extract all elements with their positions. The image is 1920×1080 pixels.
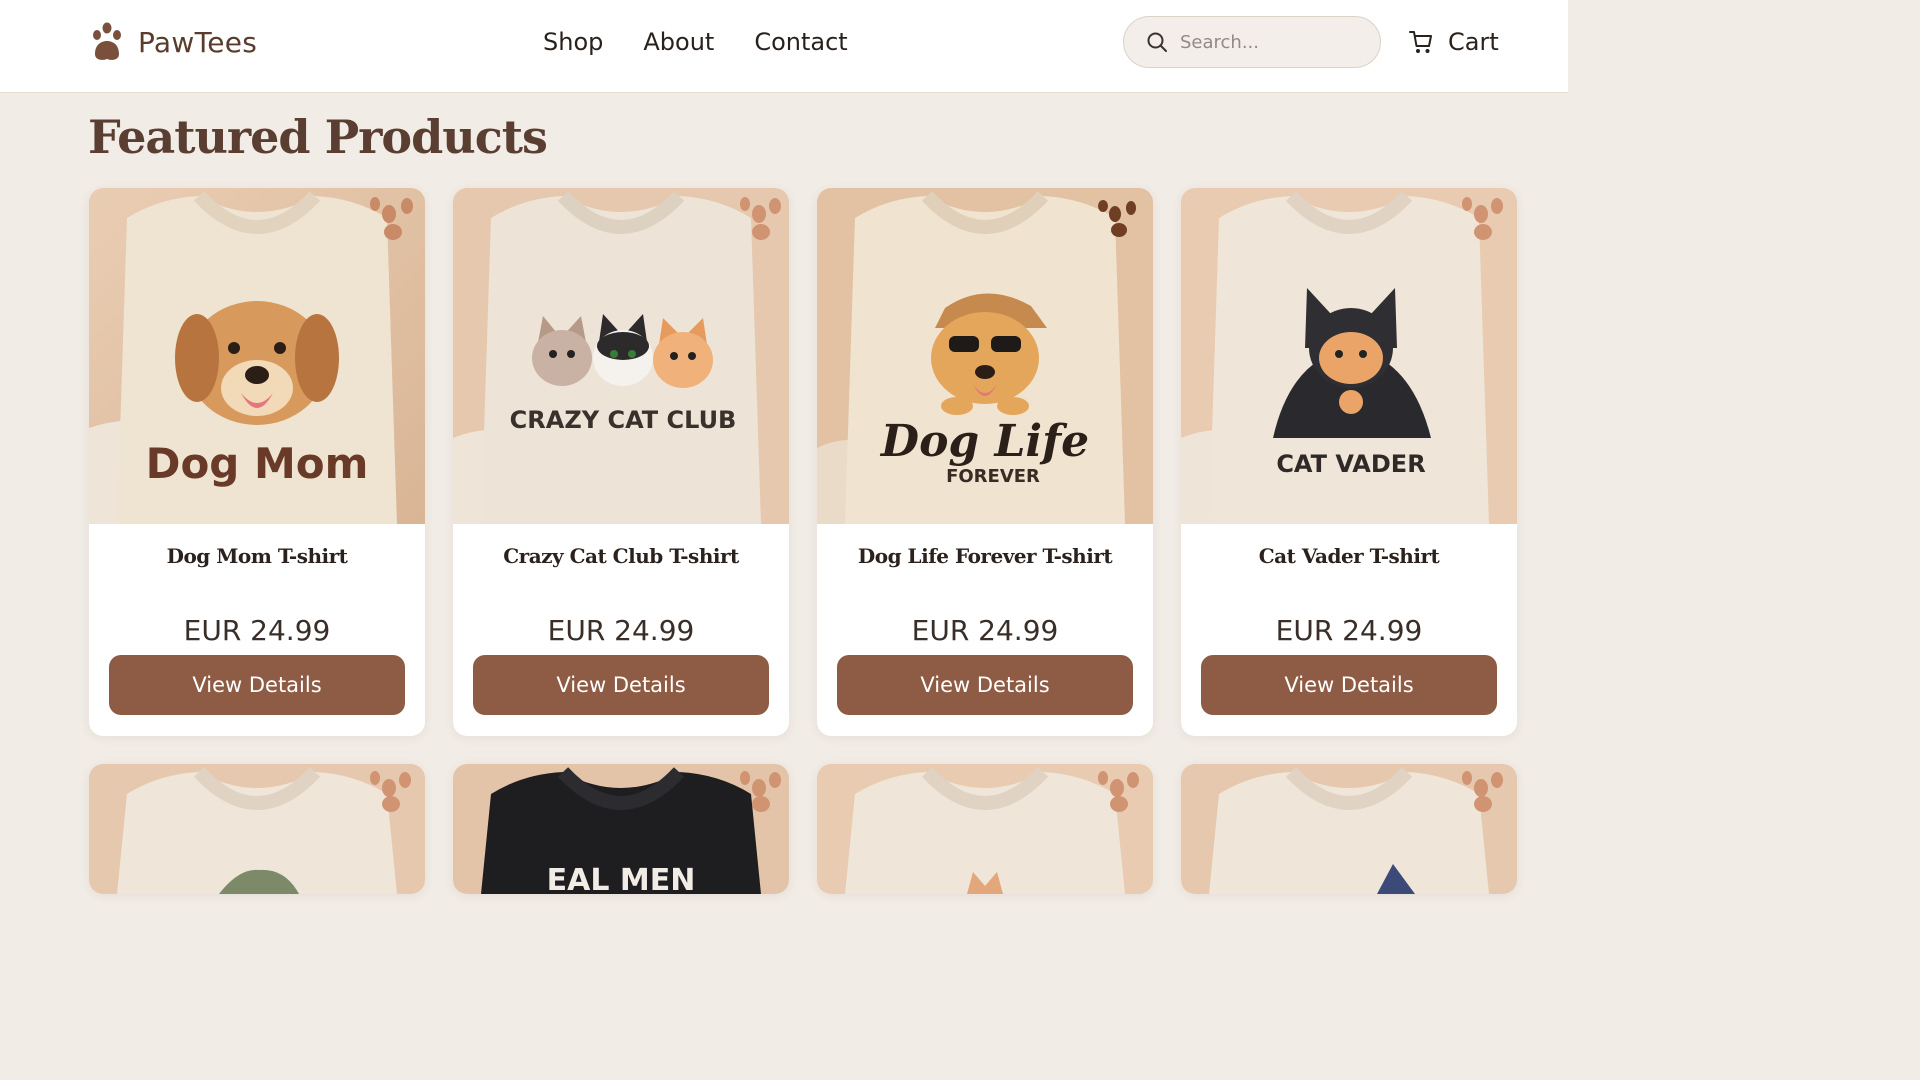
section-title: Featured Products (88, 110, 548, 164)
product-card: CRAZY CAT CLUB Crazy Cat Club T-shirt EU… (453, 188, 789, 736)
product-image[interactable] (1181, 764, 1517, 894)
product-card (89, 764, 425, 894)
product-card (817, 764, 1153, 894)
search-box[interactable] (1123, 16, 1381, 68)
nav-about-link[interactable]: About (643, 25, 714, 59)
paw-logo-icon (93, 22, 121, 60)
view-details-button[interactable]: View Details (1201, 655, 1497, 715)
site-header: PawTees Shop About Contact Cart (0, 0, 1568, 93)
view-details-button[interactable]: View Details (837, 655, 1133, 715)
brand-logo-link[interactable]: PawTees (90, 20, 257, 64)
view-details-button[interactable]: View Details (109, 655, 405, 715)
print-text: CAT VADER (1276, 450, 1425, 478)
view-details-button[interactable]: View Details (473, 655, 769, 715)
product-name: Cat Vader T-shirt (1258, 544, 1440, 568)
cart-icon (1409, 31, 1432, 53)
product-price: EUR 24.99 (1275, 614, 1423, 647)
product-name: Crazy Cat Club T-shirt (503, 544, 739, 568)
product-card: CAT VADER Cat Vader T-shirt EUR 24.99 Vi… (1181, 188, 1517, 736)
product-image[interactable]: Dog Life FOREVER (817, 188, 1153, 524)
product-image[interactable]: Dog Mom (89, 188, 425, 524)
product-grid: Dog Mom Dog Mom T-shirt EUR 24.99 View D… (89, 188, 1517, 894)
product-image[interactable] (89, 764, 425, 894)
print-text: CRAZY CAT CLUB (510, 406, 737, 434)
product-image[interactable] (817, 764, 1153, 894)
brand-name: PawTees (138, 25, 258, 59)
product-name: Dog Mom T-shirt (166, 544, 348, 568)
product-image[interactable]: CAT VADER (1181, 188, 1517, 524)
product-card: EAL MEN (453, 764, 789, 894)
print-subtext: FOREVER (946, 466, 1040, 487)
cart-link[interactable]: Cart (1408, 24, 1499, 60)
product-card: Dog Life FOREVER Dog Life Forever T-shir… (817, 188, 1153, 736)
product-image[interactable]: CRAZY CAT CLUB (453, 188, 789, 524)
main-nav: Shop About Contact (543, 25, 848, 59)
print-text: EAL MEN (547, 863, 696, 894)
search-icon (1147, 32, 1167, 52)
product-price: EUR 24.99 (911, 614, 1059, 647)
product-price: EUR 24.99 (547, 614, 695, 647)
cart-label: Cart (1448, 28, 1499, 56)
print-text: Dog Mom (146, 439, 369, 488)
product-price: EUR 24.99 (183, 614, 331, 647)
print-text: Dog Life (879, 416, 1089, 467)
product-card (1181, 764, 1517, 894)
product-name: Dog Life Forever T-shirt (857, 544, 1113, 568)
nav-shop-link[interactable]: Shop (543, 25, 603, 59)
nav-contact-link[interactable]: Contact (754, 25, 847, 59)
product-card: Dog Mom Dog Mom T-shirt EUR 24.99 View D… (89, 188, 425, 736)
product-image[interactable]: EAL MEN (453, 764, 789, 894)
search-input[interactable] (1180, 31, 1360, 53)
